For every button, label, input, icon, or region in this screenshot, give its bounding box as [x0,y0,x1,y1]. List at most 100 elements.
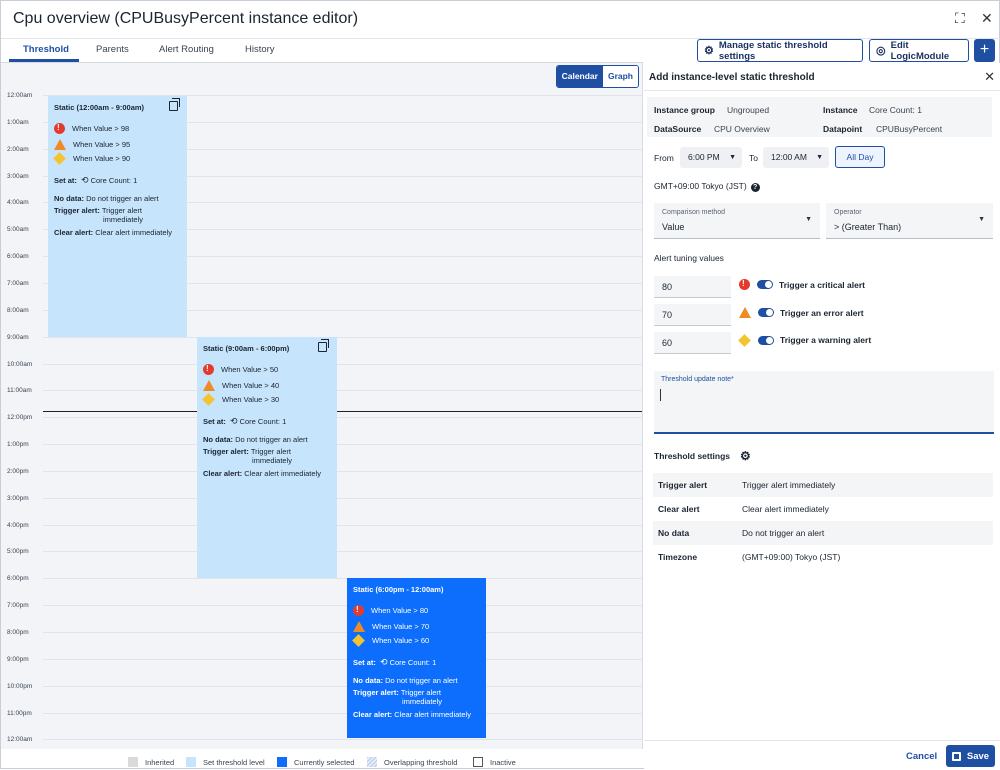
hour-label: 5:00pm [7,548,29,556]
close-icon[interactable]: ✕ [981,10,993,27]
to-time-select[interactable]: 12:00 AM ▼ [763,147,829,168]
hour-label: 10:00am [7,360,33,368]
block-title: Static (9:00am - 6:00pm) [203,344,290,353]
no-data-label: No data: [203,435,233,444]
hour-gridline [43,685,642,687]
save-button[interactable]: Save [946,745,995,767]
critical-icon [739,279,750,290]
instance-group-label: Instance group [654,105,715,115]
error-condition: When Value > 95 [73,140,131,149]
from-label: From [654,153,674,163]
globe-icon: ◎ [876,45,886,57]
edit-logicmodule-label: Edit LogicModule [890,39,950,62]
clear-alert-value: Clear alert immediately [244,469,321,478]
save-label: Save [966,750,990,762]
datasource-value: CPU Overview [714,124,770,134]
manage-static-threshold-label: Manage static threshold settings [718,39,828,62]
graph-view-button[interactable]: Graph [602,66,638,87]
active-tab-indicator [9,59,79,62]
hour-gridline [43,658,642,660]
manage-static-threshold-button[interactable]: ⚙ Manage static threshold settings [697,39,863,62]
chevron-down-icon: ▼ [816,154,823,161]
warning-threshold-input[interactable]: 60 [654,332,731,354]
calendar-legend: Inherited Set threshold level Currently … [1,751,643,770]
settings-row: No data Do not trigger an alert [653,521,993,545]
hour-gridline [43,497,642,499]
trigger-alert-label: Trigger alert: [353,688,399,697]
instance-icon: ⟲ [380,657,388,667]
settings-key: No data [658,528,690,538]
settings-value: (GMT+09:00) Tokyo (JST) [742,552,841,562]
no-data-value: Do not trigger an alert [86,194,159,203]
hour-label: 4:00pm [7,521,29,529]
from-time-select[interactable]: 6:00 PM ▼ [680,147,742,168]
to-label: To [749,153,758,163]
set-at-label: Set at: [203,417,226,426]
error-icon [54,139,66,150]
hour-gridline [43,712,642,714]
hour-label: 10:00pm [7,682,33,690]
error-condition: When Value > 40 [222,381,280,390]
trigger-alert-value-cont: immediately [252,456,293,465]
clear-alert-value: Clear alert immediately [95,228,172,237]
trigger-alert-value: Trigger alert [101,206,142,215]
from-time-value: 6:00 PM [688,152,720,162]
expand-icon[interactable]: ⛶ [955,10,965,27]
help-icon[interactable]: ? [750,183,760,192]
threshold-block-daytime[interactable]: Static (9:00am - 6:00pm) When Value > 50… [197,337,337,578]
operator-select[interactable]: Operator > (Greater Than) ▼ [826,203,993,239]
threshold-block-evening-selected[interactable]: Static (6:00pm - 12:00am) When Value > 8… [347,578,486,738]
legend-currently-selected: Currently selected [277,757,354,767]
hour-gridline [43,578,642,580]
copy-icon[interactable] [169,98,180,111]
error-toggle[interactable] [758,308,774,317]
trigger-alert-label: Trigger alert: [54,206,100,215]
hour-label: 7:00am [7,279,29,287]
legend-label: Overlapping threshold [384,757,458,767]
instance-label: Instance [823,105,858,115]
panel-close-icon[interactable]: ✕ [984,69,995,85]
set-at-label: Set at: [353,658,376,667]
tab-parents[interactable]: Parents [96,44,129,55]
legend-label: Set threshold level [203,757,265,767]
tab-alert-routing[interactable]: Alert Routing [159,44,214,55]
tab-history[interactable]: History [245,44,275,55]
hour-gridline [43,524,642,526]
hour-label: 12:00am [7,736,33,744]
hour-label: 1:00am [7,118,29,126]
instance-group-value: Ungrouped [727,105,770,115]
error-threshold-input[interactable]: 70 [654,304,731,326]
warning-condition: When Value > 60 [372,636,430,645]
threshold-update-note-input[interactable]: Threshold update note* [654,371,994,434]
warning-icon [738,333,751,347]
add-button[interactable]: + [974,39,995,62]
instance-editor-window: Cpu overview (CPUBusyPercent instance ed… [0,0,1000,770]
critical-toggle-row: Trigger a critical alert [739,279,865,290]
threshold-settings-label: Threshold settings [654,451,731,461]
legend-swatch [277,757,287,767]
settings-row: Trigger alert Trigger alert immediately [653,473,993,497]
settings-key: Timezone [658,552,698,562]
critical-threshold-input[interactable]: 80 [654,276,731,298]
hour-label: 9:00am [7,333,29,341]
gear-icon[interactable]: ⚙ [740,449,751,463]
trigger-alert-value: Trigger alert [400,688,441,697]
calendar-view-button[interactable]: Calendar [556,66,603,87]
all-day-button[interactable]: All Day [835,146,885,168]
copy-icon[interactable] [318,339,329,352]
timezone-text: GMT+09:00 Tokyo (JST) [654,181,747,191]
comparison-method-select[interactable]: Comparison method Value ▼ [654,203,820,239]
clear-alert-value: Clear alert immediately [394,710,471,719]
settings-value: Trigger alert immediately [742,480,836,490]
edit-logicmodule-button[interactable]: ◎ Edit LogicModule [869,39,969,62]
cancel-button[interactable]: Cancel [906,751,937,762]
hour-gridline [43,417,642,419]
threshold-block-morning[interactable]: Static (12:00am - 9:00am) When Value > 9… [48,96,187,337]
settings-key: Trigger alert [658,480,708,490]
warning-toggle[interactable] [758,335,774,345]
tab-threshold[interactable]: Threshold [23,44,69,55]
operator-value: > (Greater Than) [834,222,902,232]
hour-gridline [43,605,642,607]
settings-row: Clear alert Clear alert immediately [653,497,993,521]
critical-toggle[interactable] [757,280,773,289]
